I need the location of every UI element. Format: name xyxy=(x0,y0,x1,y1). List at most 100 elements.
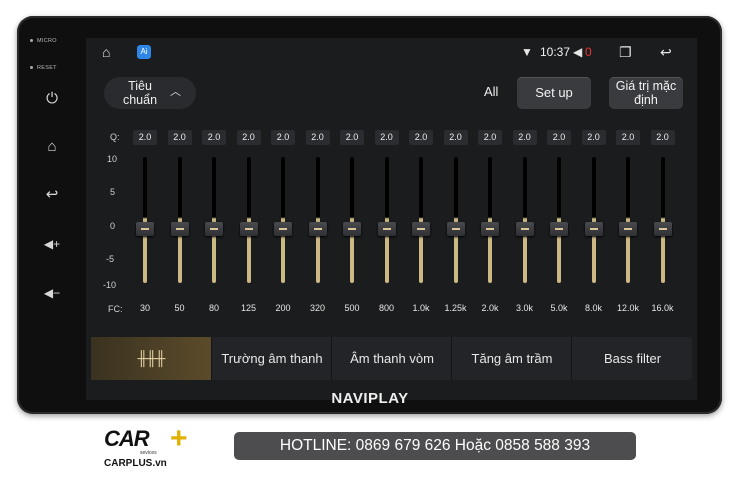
scale-label: -10 xyxy=(103,280,117,290)
hotline-banner: HOTLINE: 0869 679 626 Hoặc 0858 588 393 xyxy=(234,432,636,460)
q-value[interactable]: 2.0 xyxy=(616,130,640,145)
volume-up-icon[interactable]: ◀+ xyxy=(43,235,61,253)
slider-track[interactable] xyxy=(591,157,596,283)
q-value[interactable]: 2.0 xyxy=(512,130,537,145)
micro-label: MICRO xyxy=(30,38,57,44)
frequency-label: 1.25k xyxy=(444,303,467,313)
q-value[interactable]: 2.0 xyxy=(305,130,330,145)
recent-apps-icon[interactable]: ❐ xyxy=(619,38,632,66)
slider-knob[interactable] xyxy=(550,222,568,236)
slider-track[interactable] xyxy=(143,157,147,283)
slider-knob[interactable] xyxy=(481,222,499,236)
app-badge-icon[interactable]: Ai xyxy=(137,45,151,59)
home-tray-icon[interactable]: ⌂ xyxy=(102,38,110,66)
q-value[interactable]: 2.0 xyxy=(202,130,226,145)
clock: 10:37 xyxy=(540,45,571,59)
tab-surround[interactable]: Âm thanh vòm xyxy=(331,337,452,380)
slider-track[interactable] xyxy=(453,157,458,283)
preset-dropdown[interactable]: Tiêu chuẩn ︿ xyxy=(104,77,196,109)
q-value[interactable]: 2.0 xyxy=(374,130,399,145)
q-value[interactable]: 2.0 xyxy=(340,130,364,145)
slider-track[interactable] xyxy=(384,157,389,283)
frequency-label: 1.0k xyxy=(412,303,430,313)
scale-label: -5 xyxy=(106,254,115,264)
reset-button[interactable]: RESET xyxy=(30,65,57,71)
frequency-label: 3.0k xyxy=(515,303,533,313)
logo-plus-icon: + xyxy=(170,422,188,455)
q-value[interactable]: 2.0 xyxy=(271,130,295,145)
tab-bass-filter[interactable]: Bass filter xyxy=(571,337,693,380)
slider-knob[interactable] xyxy=(412,222,430,236)
logo-car-text: CAR xyxy=(104,426,150,451)
q-value[interactable]: 2.0 xyxy=(167,130,192,145)
chevron-up-icon: ︿ xyxy=(170,86,181,98)
frequency-label: 16.0k xyxy=(651,303,674,313)
slider-track[interactable] xyxy=(626,157,630,283)
slider-track[interactable] xyxy=(212,157,216,283)
frequency-label: 800 xyxy=(378,303,395,313)
frequency-label: 80 xyxy=(208,303,219,313)
q-value[interactable]: 2.0 xyxy=(236,130,261,145)
frequency-label: 500 xyxy=(344,303,360,313)
q-value[interactable]: 2.0 xyxy=(478,130,502,145)
head-unit: MICRO RESET ⏻ ⌂ ↩ ◀+ ◀− ⌂ Ai ▼ 10:37 ◀ 0… xyxy=(17,16,722,414)
slider-knob[interactable] xyxy=(343,222,361,236)
slider-knob[interactable] xyxy=(274,222,292,236)
logo-site: CARPLUS.vn xyxy=(104,458,167,469)
slider-track[interactable] xyxy=(557,157,561,283)
scale-label: 0 xyxy=(110,221,116,231)
setup-button[interactable]: Set up xyxy=(517,77,591,109)
slider-knob[interactable] xyxy=(619,222,637,236)
back-icon[interactable]: ↩ xyxy=(43,186,61,204)
q-value[interactable]: 2.0 xyxy=(581,130,606,145)
default-button[interactable]: Giá trị mặc định xyxy=(609,77,683,109)
slider-knob[interactable] xyxy=(515,222,534,236)
q-value[interactable]: 2.0 xyxy=(133,130,157,145)
volume-value: 0 xyxy=(585,45,592,59)
back-arrow-icon[interactable]: ↩ xyxy=(660,38,672,66)
slider-track[interactable] xyxy=(177,157,182,283)
slider-track[interactable] xyxy=(246,157,251,283)
slider-track[interactable] xyxy=(488,157,492,283)
slider-track[interactable] xyxy=(350,157,354,283)
slider-track[interactable] xyxy=(419,157,423,283)
slider-knob[interactable] xyxy=(653,222,672,236)
screen: ⌂ Ai ▼ 10:37 ◀ 0 ❐ ↩ Tiêu chuẩn ︿ All Se… xyxy=(86,38,697,400)
q-value[interactable]: 2.0 xyxy=(443,130,468,145)
status-bar: ⌂ Ai ▼ 10:37 ◀ 0 ❐ ↩ xyxy=(86,38,697,66)
slider-track[interactable] xyxy=(660,157,665,283)
tab-equalizer[interactable]: ╫╫╫ xyxy=(91,337,211,380)
scale-label: 10 xyxy=(107,154,118,164)
scale-label: 5 xyxy=(110,187,116,197)
frequency-label: 12.0k xyxy=(616,303,640,313)
slider-knob[interactable] xyxy=(446,222,465,236)
slider-knob[interactable] xyxy=(239,222,258,236)
q-label: Q: xyxy=(110,132,120,142)
q-value[interactable]: 2.0 xyxy=(650,130,675,145)
speaker-muted-icon[interactable]: ◀ xyxy=(573,38,582,66)
frequency-label: 30 xyxy=(139,303,150,313)
brand-logo: NAVIPLAY xyxy=(331,390,409,407)
home-icon[interactable]: ⌂ xyxy=(43,138,61,156)
slider-knob[interactable] xyxy=(584,222,603,236)
slider-track[interactable] xyxy=(522,157,527,283)
sound-tabs: ╫╫╫ Trường âm thanh Âm thanh vòm Tăng âm… xyxy=(91,337,692,380)
slider-knob[interactable] xyxy=(308,222,327,236)
slider-knob[interactable] xyxy=(170,222,189,236)
preset-label: Tiêu chuẩn xyxy=(122,79,158,107)
tab-sound-field[interactable]: Trường âm thanh xyxy=(211,337,332,380)
slider-knob[interactable] xyxy=(377,222,396,236)
power-icon[interactable]: ⏻ xyxy=(43,90,61,108)
equalizer-icon: ╫╫╫ xyxy=(137,350,166,366)
q-value[interactable]: 2.0 xyxy=(547,130,571,145)
frequency-label: 125 xyxy=(240,303,257,313)
tab-bass-boost[interactable]: Tăng âm trầm xyxy=(451,337,572,380)
volume-down-icon[interactable]: ◀− xyxy=(43,284,61,302)
slider-track[interactable] xyxy=(281,157,285,283)
slider-knob[interactable] xyxy=(136,222,154,236)
q-value[interactable]: 2.0 xyxy=(409,130,433,145)
slider-knob[interactable] xyxy=(205,222,223,236)
slider-track[interactable] xyxy=(315,157,320,283)
all-label[interactable]: All xyxy=(484,84,498,99)
frequency-label: 2.0k xyxy=(481,303,499,313)
